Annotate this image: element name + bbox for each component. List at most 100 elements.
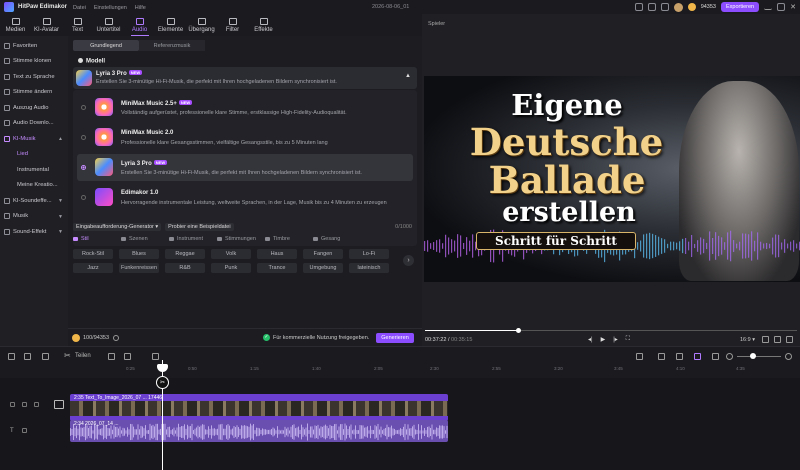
chevron-up-icon[interactable]: ▲: [405, 73, 411, 79]
tab-instrument[interactable]: Instrument: [169, 236, 217, 242]
timeline-ruler[interactable]: 0:25 0:50 1:15 1:40 2:05 2:30 2:55 3:20 …: [0, 366, 800, 378]
model-option-minimax-20[interactable]: MiniMax Music 2.0 Professionelle klare G…: [77, 124, 413, 151]
avatar[interactable]: [673, 2, 683, 12]
split-label[interactable]: Teilen: [75, 353, 91, 359]
tab-grundlegend[interactable]: Grundlegend: [73, 40, 139, 51]
sidebar-item-instrumental[interactable]: Instrumental: [0, 162, 68, 178]
aspect-ratio-select[interactable]: 16:9 ▾: [740, 337, 755, 343]
model-radio[interactable]: [81, 105, 86, 110]
sidebar-item-stimme-aendern[interactable]: Stimme ändern: [0, 85, 68, 101]
volume-icon[interactable]: [774, 336, 781, 343]
shield-icon[interactable]: [108, 353, 115, 360]
zoom-slider-knob[interactable]: [750, 353, 756, 359]
link-icon[interactable]: [658, 353, 665, 360]
style-chip[interactable]: Haus: [257, 249, 297, 259]
export-button[interactable]: Exportieren: [720, 2, 760, 12]
track-eye-icon[interactable]: [22, 428, 27, 433]
sidebar-item-tts[interactable]: Text zu Sprache: [0, 69, 68, 85]
scissors-icon[interactable]: ✂: [64, 351, 71, 360]
prev-frame-icon[interactable]: ◂|: [588, 336, 593, 343]
style-chip[interactable]: Fangen: [303, 249, 343, 259]
tool-text[interactable]: Text: [62, 14, 93, 36]
crop-icon[interactable]: [152, 353, 159, 360]
progress-knob[interactable]: [516, 328, 521, 333]
tab-timbre[interactable]: Timbre: [265, 236, 313, 242]
sidebar-item-stimme-klonen[interactable]: Stimme klonen: [0, 54, 68, 70]
sample-file-button[interactable]: Probier eine Beispieldatei: [165, 222, 234, 231]
tab-stimmungen[interactable]: Stimmungen: [217, 236, 265, 242]
snapshot-icon[interactable]: [762, 336, 769, 343]
microphone-icon[interactable]: [636, 353, 643, 360]
style-chip[interactable]: Reggae: [165, 249, 205, 259]
track-settings-icon[interactable]: [10, 402, 15, 407]
style-chip[interactable]: lateinisch: [349, 263, 389, 273]
menu-einstellungen[interactable]: Einstellungen: [94, 5, 127, 11]
lock-icon[interactable]: [22, 402, 27, 407]
eye-icon[interactable]: [34, 402, 39, 407]
play-icon[interactable]: ▶: [601, 336, 606, 343]
expand-icon[interactable]: [786, 336, 793, 343]
tab-gesang[interactable]: Gesang: [313, 236, 361, 242]
fit-icon[interactable]: [712, 353, 719, 360]
style-chip[interactable]: Funkenreissen: [119, 263, 159, 273]
tab-szenen[interactable]: Szenen: [121, 236, 169, 242]
model-selector[interactable]: Lyria 3 Pro NEW Erstellen Sie 3-minütige …: [73, 67, 417, 89]
chevron-right-icon[interactable]: ›: [403, 255, 414, 266]
sidebar-item-ki-musik[interactable]: KI-Musik ▲: [0, 131, 68, 147]
tool-uebergang[interactable]: Übergang: [186, 14, 217, 36]
style-chip[interactable]: Jazz: [73, 263, 113, 273]
style-chip[interactable]: Umgebung: [303, 263, 343, 273]
style-chip[interactable]: Lo-Fi: [349, 249, 389, 259]
style-chip[interactable]: Trance: [257, 263, 297, 273]
model-radio-selected[interactable]: [81, 165, 86, 170]
text-tool-icon[interactable]: [124, 353, 131, 360]
close-icon[interactable]: ✕: [790, 3, 796, 11]
zoom-out-icon[interactable]: [726, 353, 733, 360]
style-chip[interactable]: Blues: [119, 249, 159, 259]
zoom-slider[interactable]: [737, 356, 781, 357]
tool-filter[interactable]: Filter: [217, 14, 248, 36]
tool-effekte[interactable]: Effekte: [248, 14, 279, 36]
style-chip[interactable]: Punk: [211, 263, 251, 273]
sidebar-item-meine-kreationen[interactable]: Meine Kreatio...: [0, 178, 68, 194]
tab-stil[interactable]: Stil: [73, 236, 121, 242]
video-preview[interactable]: Eigene Deutsche Ballade erstellen Schrit…: [424, 76, 800, 282]
redo-icon[interactable]: [24, 353, 31, 360]
playback-progress[interactable]: [425, 328, 797, 333]
split-playhead-icon[interactable]: ✂: [156, 376, 169, 389]
menu-datei[interactable]: Datei: [73, 5, 86, 11]
window-max-icon[interactable]: [777, 3, 786, 11]
magnet-icon[interactable]: [676, 353, 683, 360]
refresh-icon[interactable]: [113, 335, 119, 341]
sidebar-item-audio-download[interactable]: Audio Downlo...: [0, 116, 68, 132]
sidebar-item-favoriten[interactable]: Favoriten: [0, 38, 68, 54]
track-link-icon[interactable]: [694, 353, 701, 360]
model-radio[interactable]: [81, 195, 86, 200]
sidebar-item-sound-effekt[interactable]: Sound-Effekt ▼: [0, 224, 68, 240]
menu-hilfe[interactable]: Hilfe: [135, 5, 146, 11]
style-chip[interactable]: Rock-Stil: [73, 249, 113, 259]
bookmark-icon[interactable]: [647, 3, 656, 11]
generate-button[interactable]: Generieren: [376, 333, 414, 343]
tool-audio[interactable]: Audio: [124, 14, 155, 36]
mail-icon[interactable]: [660, 3, 669, 11]
screen-icon[interactable]: [634, 3, 643, 11]
delete-icon[interactable]: [42, 353, 49, 360]
fullscreen-icon[interactable]: ⛶: [626, 336, 630, 343]
tool-untertitel[interactable]: Untertitel: [93, 14, 124, 36]
sidebar-item-lied[interactable]: Lied: [0, 147, 68, 163]
zoom-in-icon[interactable]: [785, 353, 792, 360]
style-chip[interactable]: Volk: [211, 249, 251, 259]
model-option-edimakor[interactable]: Edimakor 1.0 Hervorragende instrumentale…: [77, 184, 413, 211]
undo-icon[interactable]: [8, 353, 15, 360]
prompt-generator-dropdown[interactable]: Eingabeaufforderung-Generator ▾: [73, 222, 162, 231]
video-clip[interactable]: 2:35 Text_To_Image_2026_07 ... 17446: [70, 394, 448, 421]
model-option-minimax-25[interactable]: MiniMax Music 2.5+ NEW Vollständig aufger…: [77, 94, 413, 121]
style-chip[interactable]: R&B: [165, 263, 205, 273]
sidebar-item-auszug-audio[interactable]: Auszug Audio: [0, 100, 68, 116]
tool-medien[interactable]: Medien: [0, 14, 31, 36]
model-radio[interactable]: [81, 135, 86, 140]
tool-ki-avatar[interactable]: KI-Avatar: [31, 14, 62, 36]
sidebar-item-ki-soundeffekte[interactable]: KI-Soundeffe... ▼: [0, 193, 68, 209]
model-option-lyria[interactable]: Lyria 3 Pro NEW Erstellen Sie 3-minütige …: [77, 154, 413, 181]
